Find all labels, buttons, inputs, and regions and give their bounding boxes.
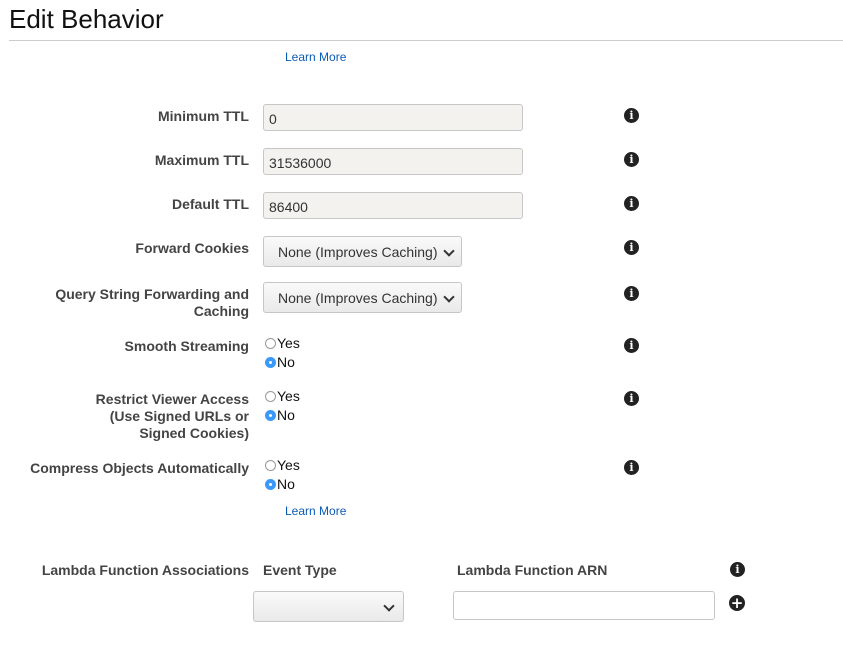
info-icon[interactable]: i (624, 338, 639, 353)
compress-yes-radio[interactable]: Yes (265, 458, 300, 472)
forward-cookies-select[interactable]: None (Improves Caching) (263, 236, 462, 267)
label-line: (Use Signed URLs or (109, 408, 249, 424)
select-value: None (Improves Caching) (278, 244, 438, 260)
max-ttl-input[interactable]: 31536000 (263, 148, 523, 175)
query-string-select[interactable]: None (Improves Caching) (263, 282, 462, 313)
event-type-select[interactable] (253, 591, 404, 622)
restrict-viewer-label: Restrict Viewer Access (Use Signed URLs o… (9, 391, 249, 442)
info-icon[interactable]: i (624, 108, 639, 123)
learn-more-link[interactable]: Learn More (285, 50, 346, 64)
compress-label: Compress Objects Automatically (30, 460, 249, 476)
radio-circle[interactable] (265, 338, 276, 349)
restrict-viewer-yes-radio[interactable]: Yes (265, 389, 300, 403)
restrict-viewer-no-radio[interactable]: No (265, 408, 295, 422)
radio-circle[interactable] (265, 460, 276, 471)
info-icon[interactable]: i (624, 286, 639, 301)
select-value: None (Improves Caching) (278, 290, 438, 306)
min-ttl-input[interactable]: 0 (263, 104, 523, 131)
info-icon[interactable]: i (624, 391, 639, 406)
radio-label: No (277, 354, 295, 370)
radio-circle[interactable] (265, 410, 276, 421)
max-ttl-label: Maximum TTL (154, 152, 249, 168)
label-line: Signed Cookies) (139, 425, 249, 441)
compress-no-radio[interactable]: No (265, 477, 295, 491)
smooth-streaming-yes-radio[interactable]: Yes (265, 336, 300, 350)
chevron-down-icon (443, 245, 455, 257)
lambda-arn-header: Lambda Function ARN (457, 562, 608, 578)
learn-more-link[interactable]: Learn More (285, 504, 346, 518)
info-icon[interactable]: i (624, 240, 639, 255)
event-type-header: Event Type (263, 562, 337, 578)
chevron-down-icon (443, 291, 455, 303)
smooth-streaming-no-radio[interactable]: No (265, 355, 295, 369)
min-ttl-label: Minimum TTL (158, 108, 249, 124)
radio-label: Yes (277, 335, 300, 351)
query-string-label: Query String Forwarding and Caching (9, 286, 249, 320)
forward-cookies-label: Forward Cookies (135, 240, 249, 256)
info-icon[interactable]: i (730, 562, 745, 577)
default-ttl-input[interactable]: 86400 (263, 192, 523, 219)
divider (9, 40, 843, 41)
radio-label: Yes (277, 457, 300, 473)
smooth-streaming-label: Smooth Streaming (124, 338, 249, 354)
radio-circle[interactable] (265, 391, 276, 402)
label-line: Restrict Viewer Access (95, 391, 249, 407)
radio-circle[interactable] (265, 479, 276, 490)
info-icon[interactable]: i (624, 152, 639, 167)
radio-label: No (277, 407, 295, 423)
label-line: Caching (193, 303, 249, 319)
label-line: Query String Forwarding and (55, 286, 249, 302)
default-ttl-label: Default TTL (172, 196, 249, 212)
page-title: Edit Behavior (9, 4, 164, 34)
plus-circle-icon[interactable]: + (729, 595, 745, 611)
radio-circle[interactable] (265, 357, 276, 368)
radio-label: No (277, 476, 295, 492)
info-icon[interactable]: i (624, 196, 639, 211)
lambda-label: Lambda Function Associations (41, 562, 249, 578)
chevron-down-icon (383, 600, 395, 612)
info-icon[interactable]: i (624, 460, 639, 475)
lambda-arn-input[interactable] (453, 591, 715, 620)
radio-label: Yes (277, 388, 300, 404)
